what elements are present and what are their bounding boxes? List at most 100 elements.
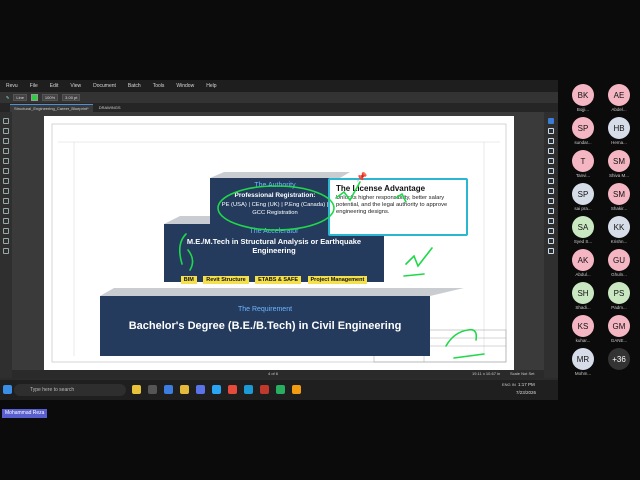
bookmarks-icon[interactable] xyxy=(3,128,9,134)
teams-icon[interactable] xyxy=(196,385,205,394)
app-icon-red[interactable] xyxy=(260,385,269,394)
menu-document[interactable]: Document xyxy=(93,83,116,89)
windows-start-icon[interactable] xyxy=(3,385,12,394)
pen-icon[interactable]: ✎ xyxy=(6,95,9,100)
markups-icon[interactable] xyxy=(3,138,9,144)
file-explorer-icon[interactable] xyxy=(180,385,189,394)
chrome-icon[interactable] xyxy=(228,385,237,394)
clock-date[interactable]: 7/23/2026 xyxy=(516,390,536,395)
zoom-icon[interactable] xyxy=(212,385,221,394)
file-access-icon[interactable] xyxy=(3,218,9,224)
search-icon[interactable] xyxy=(3,158,9,164)
participant-name: kuhar... xyxy=(575,338,591,343)
rectangle-tool-icon[interactable] xyxy=(548,188,554,194)
markup-tick-callout xyxy=(395,192,407,203)
menu-edit[interactable]: Edit xyxy=(50,83,59,89)
ellipse-tool-icon[interactable] xyxy=(548,198,554,204)
properties-toolbar: ✎ Line 100% 3.00 pt xyxy=(0,92,558,103)
markup-scribble-requirement xyxy=(445,328,485,359)
links-icon[interactable] xyxy=(3,228,9,234)
participant-avatar[interactable]: SM xyxy=(608,183,630,205)
cloud-tool-icon[interactable] xyxy=(548,218,554,224)
participant-avatar[interactable]: AK xyxy=(572,249,594,271)
spaces-icon[interactable] xyxy=(3,238,9,244)
studio-icon[interactable] xyxy=(3,168,9,174)
markup-check-authority xyxy=(335,181,361,202)
scale-status[interactable]: Scale Not Set xyxy=(510,371,534,376)
task-view-icon[interactable] xyxy=(148,385,157,394)
opacity-select[interactable]: 100% xyxy=(41,94,59,101)
green-ink-markups[interactable] xyxy=(44,116,514,370)
participant-avatar[interactable]: PS xyxy=(608,282,630,304)
participant-avatar[interactable]: KK xyxy=(608,216,630,238)
menu-view[interactable]: View xyxy=(70,83,81,89)
participant-avatar[interactable]: AE xyxy=(608,84,630,106)
participant-avatar[interactable]: SP xyxy=(572,183,594,205)
participant-avatar[interactable]: T xyxy=(572,150,594,172)
sets-icon[interactable] xyxy=(3,248,9,254)
thumbnails-icon[interactable] xyxy=(3,118,9,124)
participant-avatar[interactable]: MR xyxy=(572,348,594,370)
document-canvas[interactable]: The Authority Professional Registration:… xyxy=(12,112,544,370)
layers-icon[interactable] xyxy=(3,148,9,154)
participant-name: sundar... xyxy=(574,140,592,145)
menu-batch[interactable]: Batch xyxy=(128,83,141,89)
arrow-tool-icon[interactable] xyxy=(548,178,554,184)
menu-tools[interactable]: Tools xyxy=(153,83,165,89)
highlighter-tool-icon[interactable] xyxy=(548,138,554,144)
bluebeam-icon[interactable] xyxy=(244,385,253,394)
revu-window: Revu File Edit View Document Batch Tools… xyxy=(0,80,558,400)
callout-tool-icon[interactable] xyxy=(548,158,554,164)
page-indicator[interactable]: 4 of 6 xyxy=(268,371,278,376)
line-style-select[interactable]: Line xyxy=(13,94,27,101)
line-width-select[interactable]: 3.00 pt xyxy=(62,94,81,101)
participant-name: Shakir... xyxy=(610,206,628,211)
edge-icon[interactable] xyxy=(164,385,173,394)
participant-avatar[interactable]: KS xyxy=(572,315,594,337)
color-swatch[interactable] xyxy=(30,94,38,101)
markup-scribble-accelerator xyxy=(178,233,194,271)
menu-revu[interactable]: Revu xyxy=(6,83,18,89)
language-indicator[interactable]: ENG IN xyxy=(502,382,516,387)
tab-drawings[interactable]: DRAWINGS xyxy=(99,105,121,110)
stamp-tool-icon[interactable] xyxy=(548,238,554,244)
participant-avatar[interactable]: GU xyxy=(608,249,630,271)
widgets-icon[interactable] xyxy=(132,385,141,394)
participant-name: Abdul... xyxy=(575,272,591,277)
participant-name: Padm... xyxy=(611,305,627,310)
participant-avatar[interactable]: GM xyxy=(608,315,630,337)
select-tool-icon[interactable] xyxy=(548,118,554,124)
menu-window[interactable]: Window xyxy=(176,83,194,89)
text-tool-icon[interactable] xyxy=(548,148,554,154)
app-icon-orange[interactable] xyxy=(292,385,301,394)
participant-avatar[interactable]: BK xyxy=(572,84,594,106)
participant-avatar[interactable]: SH xyxy=(572,282,594,304)
app-icon-green[interactable] xyxy=(276,385,285,394)
tab-structural-blueprint[interactable]: Structural_Engineering_Career_Blueprint* xyxy=(10,103,93,112)
clock-time[interactable]: 1:17 PM xyxy=(518,382,535,387)
left-panel-toolbar xyxy=(0,112,12,378)
line-tool-icon[interactable] xyxy=(548,168,554,174)
tool-chest-icon[interactable] xyxy=(3,198,9,204)
pen-tool-icon[interactable] xyxy=(548,128,554,134)
more-participants-button[interactable]: +36 xyxy=(608,348,630,370)
participant-name: Mohm... xyxy=(574,371,592,376)
participant-name: Tanvi... xyxy=(575,173,591,178)
participant-avatar[interactable]: SP xyxy=(572,117,594,139)
drawing-sheet[interactable]: The Authority Professional Registration:… xyxy=(44,116,514,370)
eraser-tool-icon[interactable] xyxy=(548,228,554,234)
participant-name: Bojji... xyxy=(576,107,590,112)
participant-avatar[interactable]: HB xyxy=(608,117,630,139)
measure-tool-icon[interactable] xyxy=(548,248,554,254)
polygon-tool-icon[interactable] xyxy=(548,208,554,214)
menu-help[interactable]: Help xyxy=(206,83,216,89)
participant-name: Syed S... xyxy=(573,239,593,244)
menu-file[interactable]: File xyxy=(30,83,38,89)
participant-name: Ghuln... xyxy=(611,272,627,277)
taskbar-search-box[interactable]: Type here to search xyxy=(14,384,126,396)
participant-avatar[interactable]: SM xyxy=(608,150,630,172)
participant-avatar[interactable]: SA xyxy=(572,216,594,238)
measurements-icon[interactable] xyxy=(3,178,9,184)
properties-icon[interactable] xyxy=(3,208,9,214)
signatures-icon[interactable] xyxy=(3,188,9,194)
